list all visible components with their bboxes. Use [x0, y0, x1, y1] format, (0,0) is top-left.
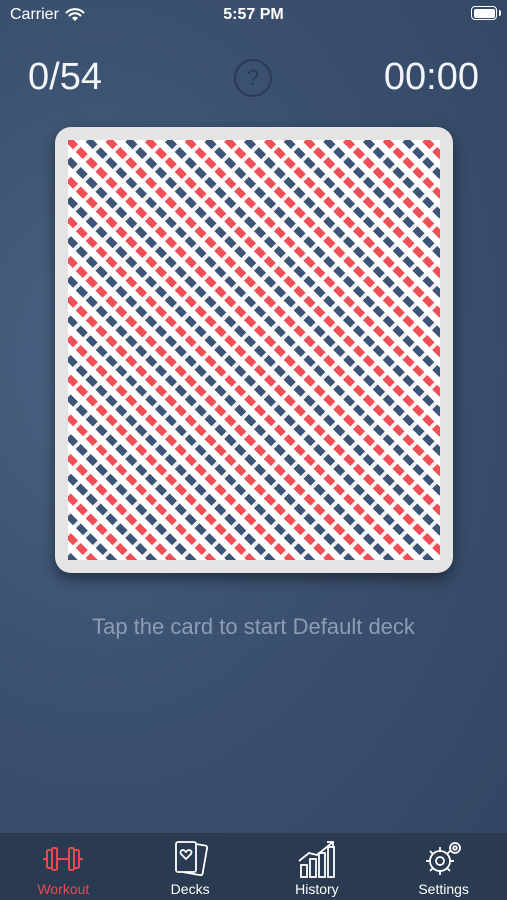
tab-label: Decks: [170, 881, 210, 897]
start-hint: Tap the card to start Default deck: [92, 614, 415, 639]
card-counter: 0/54: [28, 56, 102, 98]
tab-bar: Workout Decks History Settings: [0, 833, 507, 900]
gear-icon: [422, 839, 466, 879]
question-icon: ?: [246, 65, 260, 90]
tab-settings[interactable]: Settings: [380, 833, 507, 900]
help-button[interactable]: ?: [234, 59, 272, 97]
battery-icon: [471, 6, 501, 20]
tab-decks[interactable]: Decks: [127, 833, 254, 900]
tab-label: Settings: [418, 881, 469, 897]
tab-label: History: [295, 881, 339, 897]
deck-card[interactable]: [55, 127, 453, 573]
card-back-pattern: [68, 140, 440, 560]
status-bar: Carrier 5:57 PM: [0, 0, 507, 30]
status-time: 5:57 PM: [223, 6, 284, 23]
chart-icon: [295, 839, 339, 879]
tab-workout[interactable]: Workout: [0, 833, 127, 900]
tab-history[interactable]: History: [254, 833, 381, 900]
dumbbell-icon: [41, 839, 85, 879]
cards-icon: [168, 839, 212, 879]
timer: 00:00: [383, 56, 479, 98]
tab-label: Workout: [37, 881, 90, 897]
